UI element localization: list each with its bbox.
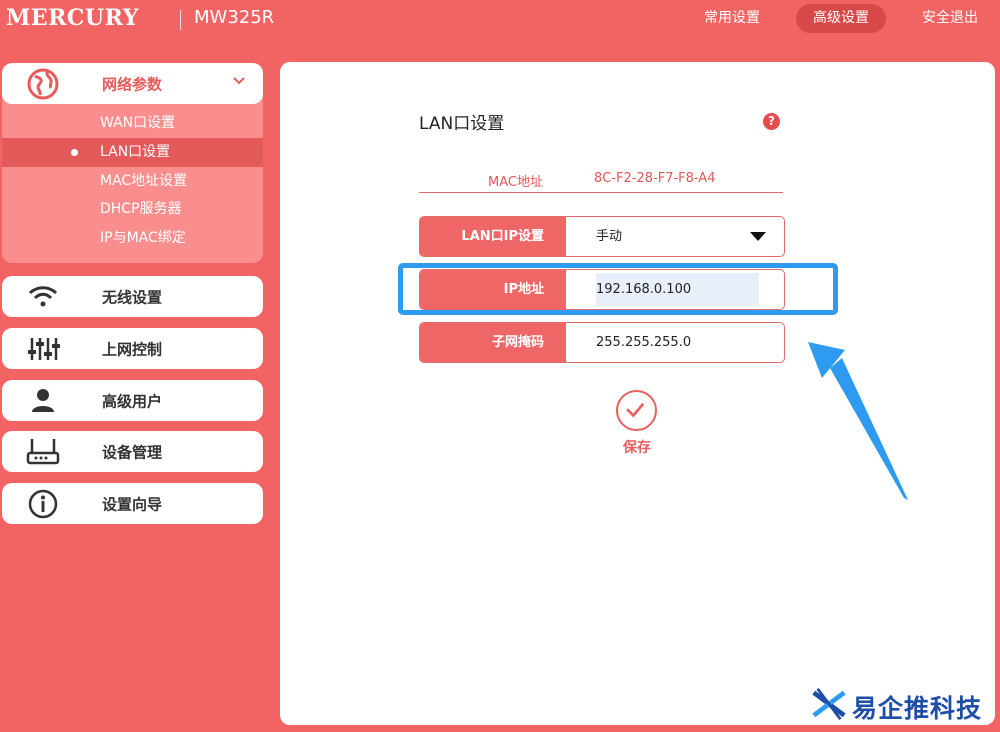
wifi-icon xyxy=(28,285,58,306)
brand-logo: MERCURY xyxy=(6,5,139,31)
sidebar-subitem-dhcp[interactable]: DHCP服务器 xyxy=(2,195,263,224)
field-label: 子网掩码 xyxy=(420,323,566,362)
sidebar-item-network[interactable]: 网络参数 xyxy=(2,63,263,104)
mac-address-row: MAC地址 8C-F2-28-F7-F8-A4 xyxy=(419,165,783,193)
caret-down-icon xyxy=(750,232,766,241)
sidebar-item-label: 上网控制 xyxy=(102,340,163,358)
watermark-logo-icon xyxy=(812,687,846,721)
globe-icon xyxy=(27,68,59,99)
nav-common-settings[interactable]: 常用设置 xyxy=(694,4,770,33)
mac-label: MAC地址 xyxy=(488,175,543,190)
annotation-highlight-box xyxy=(398,263,838,315)
sidebar-subitem-lan[interactable]: LAN口设置 xyxy=(2,138,263,167)
checkmark-icon xyxy=(626,402,645,418)
page-title: LAN口设置 xyxy=(419,114,505,134)
sidebar-subitem-mac[interactable]: MAC地址设置 xyxy=(2,167,263,196)
sidebar-subitem-ip-mac-binding[interactable]: IP与MAC绑定 xyxy=(2,224,263,253)
save-label[interactable]: 保存 xyxy=(623,437,651,457)
field-label: LAN口IP设置 xyxy=(420,217,566,256)
sidebar-item-access-control[interactable]: 上网控制 xyxy=(2,328,263,369)
save-button[interactable] xyxy=(616,390,657,431)
watermark: 易企推科技 xyxy=(810,685,998,725)
main-panel: LAN口设置 ? MAC地址 8C-F2-28-F7-F8-A4 LAN口IP设… xyxy=(280,62,995,725)
sidebar-item-label: 高级用户 xyxy=(102,392,163,410)
chevron-down-icon xyxy=(233,77,245,85)
sidebar-item-advanced-users[interactable]: 高级用户 xyxy=(2,380,263,421)
sidebar-item-label: 设备管理 xyxy=(102,443,163,461)
sidebar-group-network: 网络参数 WAN口设置 LAN口设置 MAC地址设置 DHCP服务器 IP与MA… xyxy=(2,63,263,263)
help-icon[interactable]: ? xyxy=(763,113,780,130)
mac-value: 8C-F2-28-F7-F8-A4 xyxy=(594,171,716,186)
lan-ip-mode-select[interactable]: LAN口IP设置 手动 xyxy=(419,216,785,257)
sidebar-item-label: 网络参数 xyxy=(102,75,163,93)
sliders-icon xyxy=(28,337,60,360)
sidebar-item-label: 设置向导 xyxy=(102,495,163,513)
logo-divider xyxy=(180,10,181,30)
sidebar-item-wireless[interactable]: 无线设置 xyxy=(2,276,263,317)
sidebar-item-setup-wizard[interactable]: 设置向导 xyxy=(2,483,263,524)
sidebar-item-device-management[interactable]: 设备管理 xyxy=(2,431,263,472)
subnet-mask-row: 子网掩码 255.255.255.0 xyxy=(419,322,785,363)
selected-value: 手动 xyxy=(596,229,623,244)
top-header: MERCURY MW325R 常用设置 高级设置 安全退出 xyxy=(0,0,1000,46)
sidebar-item-label: 无线设置 xyxy=(102,288,163,306)
model-name: MW325R xyxy=(194,7,275,28)
info-icon xyxy=(28,489,58,518)
subnet-mask-input[interactable]: 255.255.255.0 xyxy=(596,323,691,362)
watermark-text: 易企推科技 xyxy=(852,694,983,723)
sidebar-subitem-label: LAN口设置 xyxy=(100,144,171,160)
nav-logout[interactable]: 安全退出 xyxy=(912,4,988,33)
router-icon xyxy=(26,438,60,464)
sidebar-subitem-wan[interactable]: WAN口设置 xyxy=(2,109,263,138)
user-icon xyxy=(32,388,54,412)
nav-advanced-settings[interactable]: 高级设置 xyxy=(796,4,886,33)
active-dot xyxy=(71,149,78,156)
